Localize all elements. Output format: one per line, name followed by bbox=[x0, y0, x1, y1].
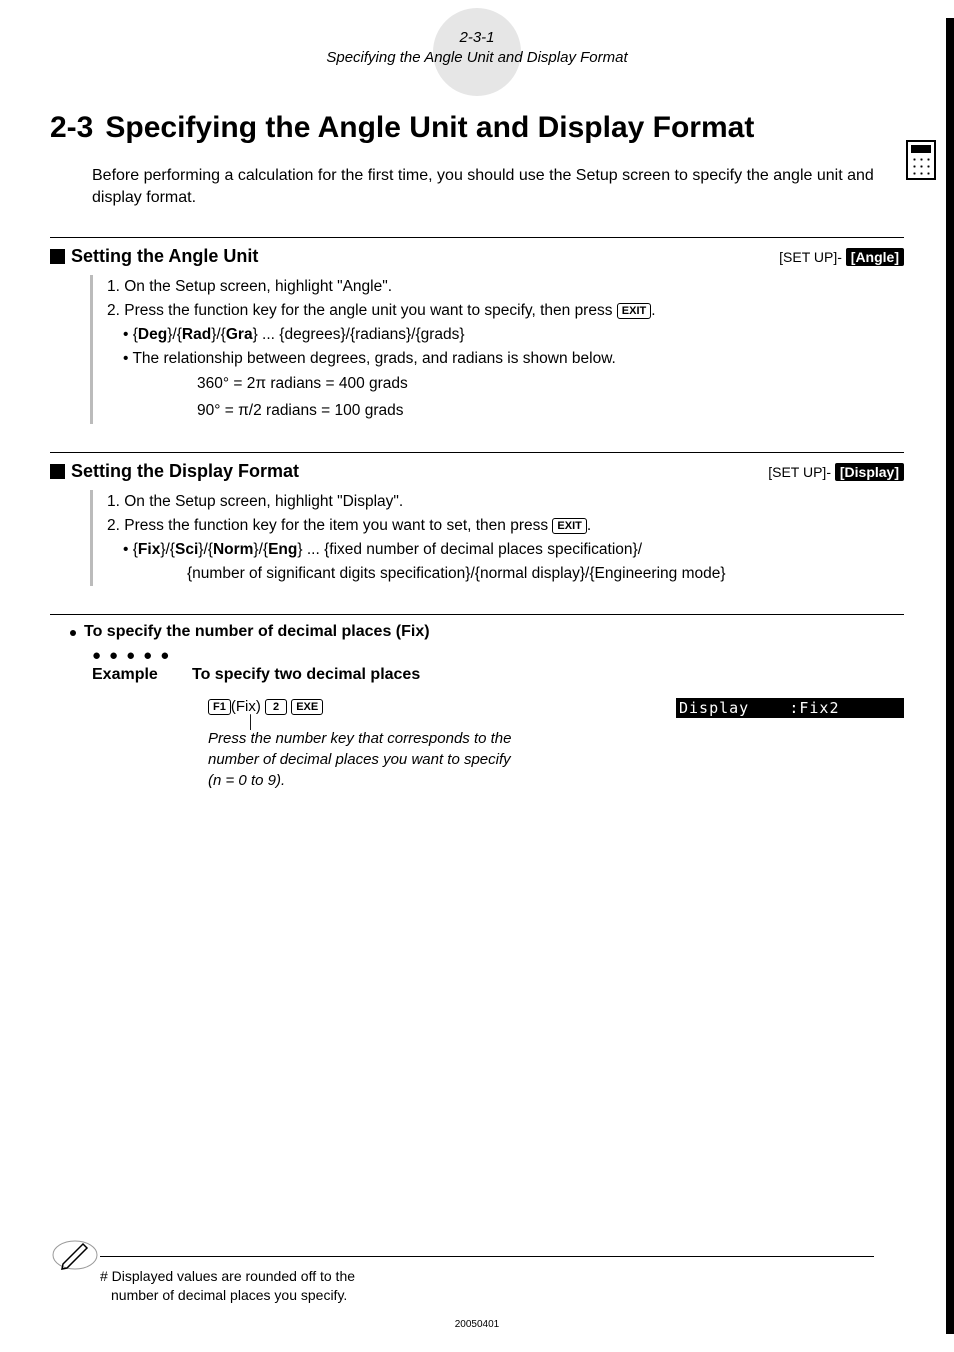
example-text: To specify two decimal places bbox=[192, 666, 420, 684]
chapter-title: 2-3 Specifying the Angle Unit and Displa… bbox=[50, 109, 904, 147]
fix-section-title: To specify the number of decimal places … bbox=[84, 623, 430, 641]
chapter-text: Specifying the Angle Unit and Display Fo… bbox=[105, 109, 754, 147]
display-steps: 1. On the Setup screen, highlight "Displ… bbox=[90, 490, 904, 586]
page-header: 2-3-1 Specifying the Angle Unit and Disp… bbox=[50, 20, 904, 67]
display-bullet-line2: {number of significant digits specificat… bbox=[187, 562, 904, 586]
date-code: 20050401 bbox=[455, 1319, 500, 1330]
angle-step1: 1. On the Setup screen, highlight "Angle… bbox=[107, 275, 904, 299]
section-bullet-icon bbox=[50, 249, 65, 264]
chapter-number: 2-3 bbox=[50, 109, 93, 147]
footnote-line1: # Displayed values are rounded off to th… bbox=[100, 1267, 874, 1287]
section-divider bbox=[50, 614, 904, 615]
section-bullet-icon bbox=[50, 464, 65, 479]
angle-step2: 2. Press the function key for the angle … bbox=[107, 299, 904, 323]
footnote: # Displayed values are rounded off to th… bbox=[50, 1256, 874, 1306]
angle-steps: 1. On the Setup screen, highlight "Angle… bbox=[90, 275, 904, 424]
setup-prefix: [SET UP] bbox=[779, 249, 837, 265]
section-angle-title: Setting the Angle Unit bbox=[71, 246, 258, 267]
num2-key-icon: 2 bbox=[265, 699, 287, 715]
footnote-line2: number of decimal places you specify. bbox=[111, 1286, 874, 1306]
calculator-mode-icon bbox=[906, 140, 936, 180]
display-step2: 2. Press the function key for the item y… bbox=[107, 514, 904, 538]
f1-key-icon: F1 bbox=[208, 699, 231, 715]
intro-paragraph: Before performing a calculation for the … bbox=[92, 165, 904, 210]
display-step1: 1. On the Setup screen, highlight "Displ… bbox=[107, 490, 904, 514]
setup-pill-display: [Display] bbox=[835, 463, 904, 481]
page-side-bar bbox=[946, 18, 954, 1334]
section-display-title: Setting the Display Format bbox=[71, 461, 299, 482]
exe-key-icon: EXE bbox=[291, 699, 323, 715]
section-divider bbox=[50, 452, 904, 453]
header-page-ref: 2-3-1 bbox=[50, 28, 904, 48]
display-bullet: • {Fix}/{Sci}/{Norm}/{Eng} ... {fixed nu… bbox=[123, 538, 904, 562]
pencil-icon bbox=[50, 1230, 100, 1285]
example-dots: ●●●●● bbox=[92, 647, 904, 664]
setup-tag-display: [SET UP]- [Display] bbox=[768, 464, 904, 480]
key-note: Press the number key that corresponds to… bbox=[208, 728, 904, 791]
setup-pill-angle: [Angle] bbox=[846, 248, 904, 266]
exit-key-icon: EXIT bbox=[552, 518, 586, 534]
header-page-title: Specifying the Angle Unit and Display Fo… bbox=[50, 48, 904, 68]
setup-prefix: [SET UP] bbox=[768, 464, 826, 480]
setup-tag-angle: [SET UP]- [Angle] bbox=[779, 249, 904, 265]
exit-key-icon: EXIT bbox=[617, 303, 651, 319]
example-label: Example bbox=[92, 666, 192, 684]
section-divider bbox=[50, 237, 904, 238]
calculator-lcd-display: Display :Fix2 bbox=[676, 698, 904, 718]
angle-bullet1: • {Deg}/{Rad}/{Gra} ... {degrees}/{radia… bbox=[123, 323, 904, 347]
arrow-indicator: │ bbox=[247, 718, 904, 726]
angle-bullet2: • The relationship between degrees, grad… bbox=[123, 347, 904, 371]
key-sequence: F1(Fix) 2 EXE bbox=[208, 698, 323, 715]
angle-formula1: 360° = 2π radians = 400 grads bbox=[197, 371, 904, 397]
angle-formula2: 90° = π/2 radians = 100 grads bbox=[197, 398, 904, 424]
bullet-icon bbox=[70, 630, 76, 636]
